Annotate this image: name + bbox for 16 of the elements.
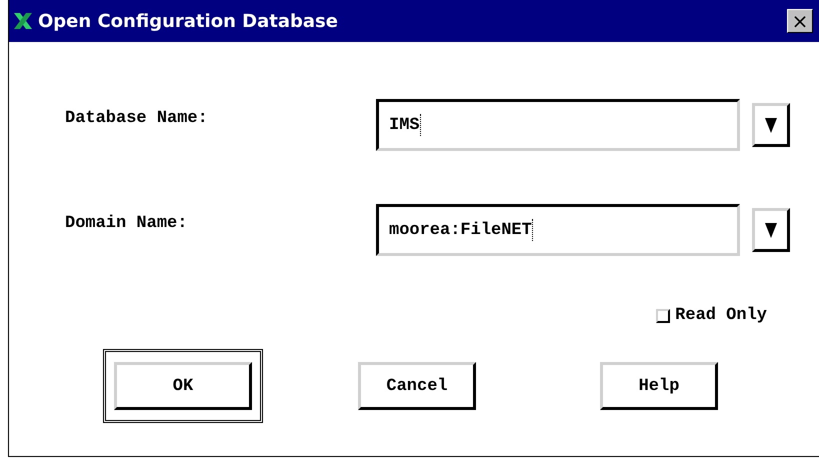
field-label: Domain Name: bbox=[65, 214, 188, 233]
combo-field[interactable]: moorea:FileNET bbox=[376, 204, 740, 256]
field-label: Database Name: bbox=[65, 109, 209, 128]
dropdown-arrow-icon bbox=[764, 115, 778, 135]
dropdown-arrow-icon bbox=[764, 220, 778, 240]
window-title: Open Configuration Database bbox=[38, 10, 339, 32]
dialog-button[interactable]: Help bbox=[600, 362, 718, 410]
x-logo-icon bbox=[12, 11, 34, 31]
dropdown-button[interactable] bbox=[752, 208, 790, 252]
read-only-checkbox[interactable]: Read Only bbox=[656, 306, 767, 325]
combo-field[interactable]: IMS bbox=[376, 99, 740, 151]
dialog-button[interactable]: Cancel bbox=[358, 362, 476, 410]
close-button[interactable]: × bbox=[787, 9, 813, 33]
dialog-button[interactable]: OK bbox=[114, 362, 252, 410]
dropdown-button[interactable] bbox=[752, 103, 790, 147]
checkbox[interactable] bbox=[656, 308, 670, 322]
